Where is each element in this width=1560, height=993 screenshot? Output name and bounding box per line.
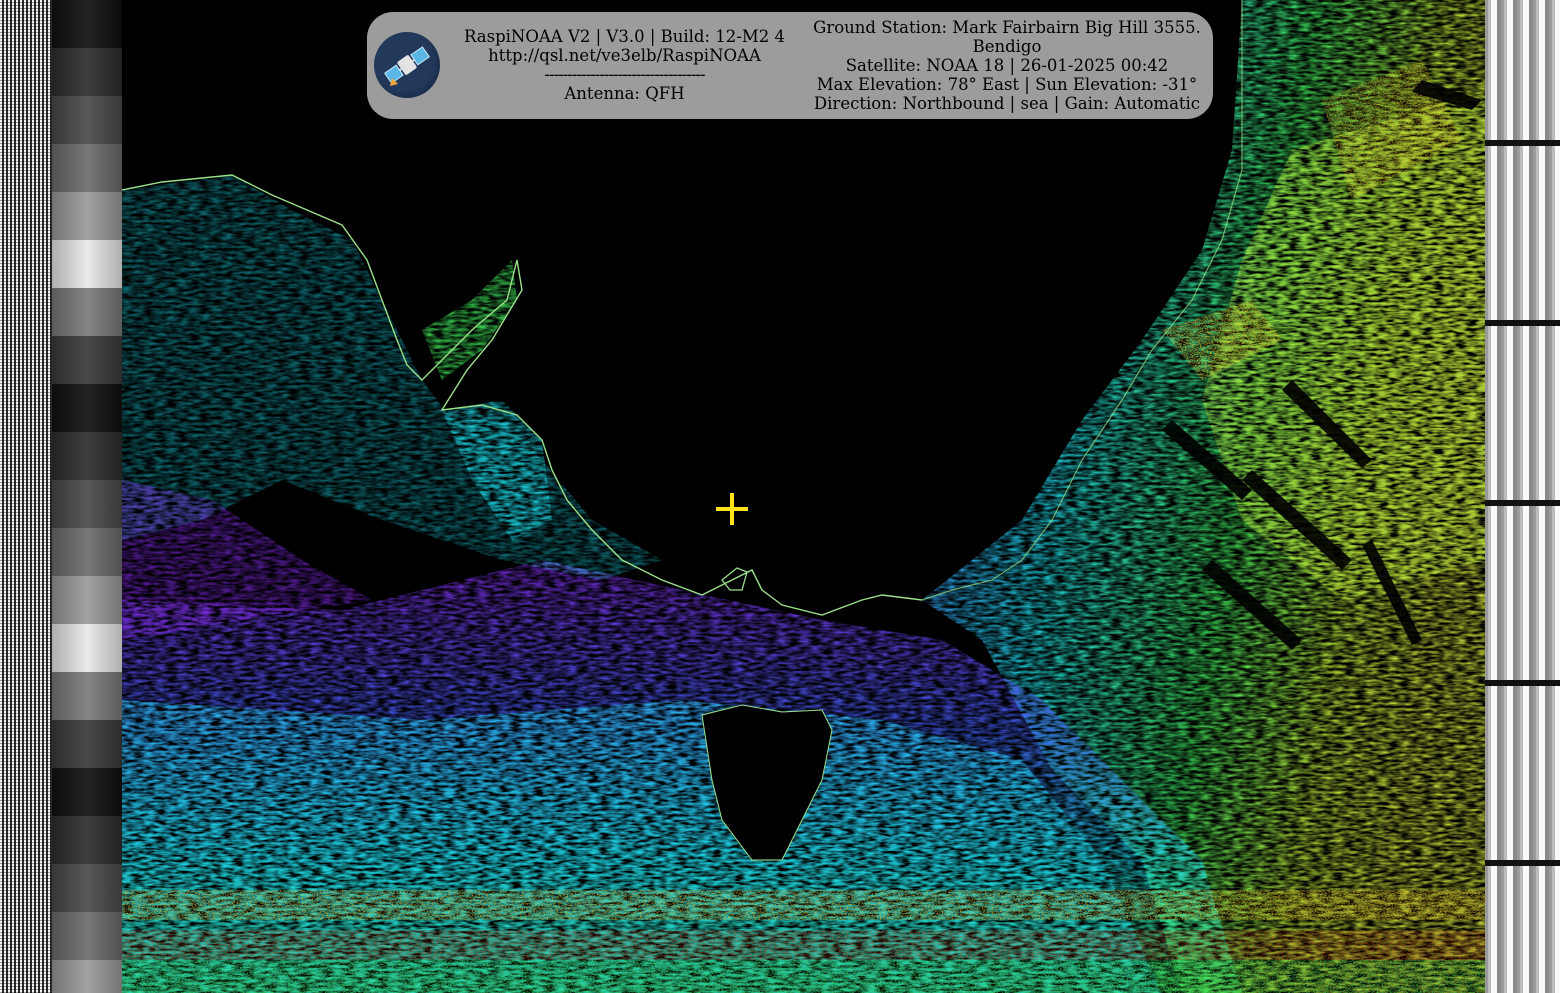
direction-info: Direction: Northbound | sea | Gain: Auto… [813,94,1201,113]
elevation-info: Max Elevation: 78° East | Sun Elevation:… [816,75,1198,94]
separator: ----------------------------------- [544,65,705,84]
satellite-icon [374,32,440,98]
left-telemetry-strip [52,0,122,993]
satellite-image [122,0,1485,993]
antenna-info: Antenna: QFH [564,84,685,103]
satellite-map [122,0,1485,993]
crosshair-icon [716,493,748,525]
satellite-pass: Satellite: NOAA 18 | 26-01-2025 00:42 [845,56,1169,75]
pass-info: Ground Station: Mark Fairbairn Big Hill … [809,18,1205,113]
project-url: http://qsl.net/ve3elb/RaspiNOAA [488,46,761,65]
station-software-info: RaspiNOAA V2 | V3.0 | Build: 12-M2 4 htt… [457,27,792,103]
ground-station: Ground Station: Mark Fairbairn Big Hill … [813,18,1201,37]
app-version: RaspiNOAA V2 | V3.0 | Build: 12-M2 4 [463,27,786,46]
ground-station-city: Bendigo [972,37,1042,56]
right-telemetry-strip [1485,0,1560,993]
left-sync-strip [0,0,52,993]
info-panel: RaspiNOAA V2 | V3.0 | Build: 12-M2 4 htt… [367,12,1213,119]
